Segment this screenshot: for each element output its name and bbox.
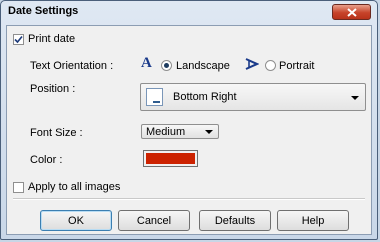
separator bbox=[13, 198, 365, 200]
landscape-radio[interactable] bbox=[161, 60, 172, 71]
title-bar[interactable]: Date Settings bbox=[1, 1, 377, 23]
apply-all-checkbox[interactable] bbox=[13, 182, 24, 193]
print-date-checkbox[interactable] bbox=[13, 34, 24, 45]
chevron-down-icon bbox=[351, 96, 359, 100]
dialog-title: Date Settings bbox=[8, 5, 79, 17]
close-icon bbox=[346, 7, 357, 17]
dialog-body: Print date Text Orientation : A Landscap… bbox=[6, 25, 372, 235]
defaults-button[interactable]: Defaults bbox=[199, 210, 271, 231]
position-label: Position : bbox=[30, 83, 76, 95]
print-date-label[interactable]: Print date bbox=[28, 33, 75, 45]
chevron-down-icon bbox=[205, 130, 213, 134]
checkmark-icon bbox=[14, 35, 23, 44]
apply-all-label[interactable]: Apply to all images bbox=[28, 181, 120, 193]
position-dropdown[interactable]: Bottom Right bbox=[140, 83, 366, 111]
font-size-dropdown[interactable]: Medium bbox=[141, 124, 219, 139]
color-label: Color : bbox=[30, 154, 63, 166]
date-settings-dialog: Date Settings Print date Text Orientatio… bbox=[0, 0, 378, 240]
color-picker-button[interactable] bbox=[143, 150, 198, 167]
font-size-label: Font Size : bbox=[30, 127, 83, 139]
color-swatch bbox=[146, 153, 195, 164]
portrait-rotated-a-icon bbox=[245, 58, 259, 70]
font-size-value: Medium bbox=[146, 126, 186, 138]
bottom-right-position-icon bbox=[146, 88, 163, 106]
portrait-label[interactable]: Portrait bbox=[279, 60, 314, 72]
close-button[interactable] bbox=[332, 4, 371, 20]
ok-button[interactable]: OK bbox=[40, 210, 112, 231]
text-orientation-label: Text Orientation : bbox=[30, 60, 114, 72]
position-value: Bottom Right bbox=[173, 91, 237, 103]
landscape-a-icon: A bbox=[141, 55, 152, 71]
portrait-radio[interactable] bbox=[265, 60, 276, 71]
landscape-label[interactable]: Landscape bbox=[176, 60, 230, 72]
cancel-button[interactable]: Cancel bbox=[118, 210, 190, 231]
help-button[interactable]: Help bbox=[277, 210, 349, 231]
